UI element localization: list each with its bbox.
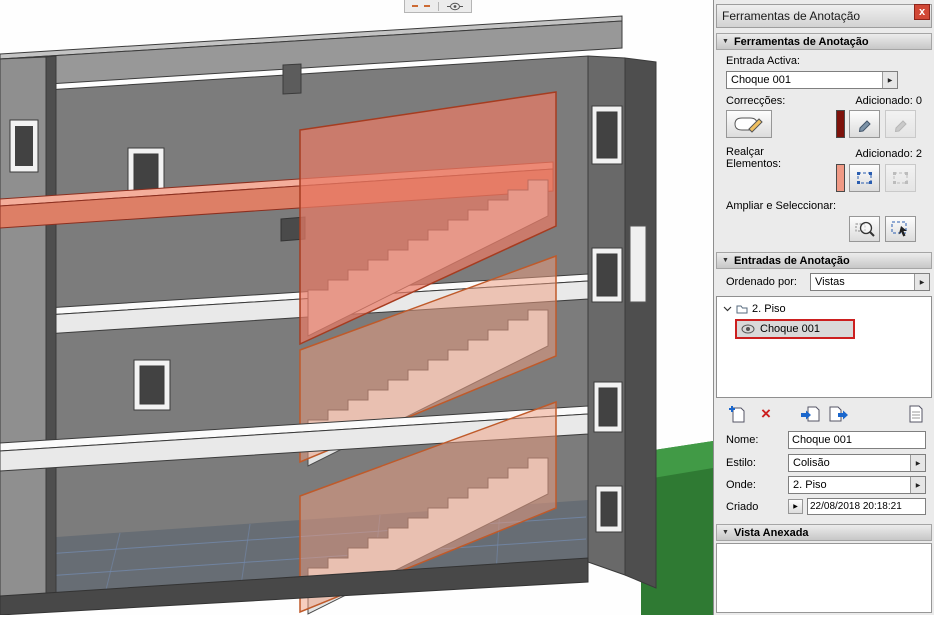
style-label: Estilo: [726, 457, 756, 469]
correction-tool-button[interactable] [726, 110, 772, 138]
zoom-to-elements-button[interactable] [849, 216, 880, 242]
visibility-button[interactable] [439, 0, 472, 12]
export-entry-button[interactable] [826, 404, 850, 424]
active-entry-value: Choque 001 [731, 74, 791, 86]
export-icon [829, 406, 848, 422]
document-icon [909, 405, 923, 423]
tree-item-choque-selected[interactable]: Choque 001 [735, 319, 855, 339]
highlight-color-swatch[interactable] [836, 164, 845, 192]
panel-titlebar[interactable]: Ferramentas de Anotação [716, 4, 932, 28]
combo-arrow-icon[interactable]: ▶ [914, 274, 929, 290]
add-highlight-button[interactable] [849, 164, 880, 192]
annotation-tools-panel: Ferramentas de Anotação x ▼ Ferramentas … [713, 0, 934, 615]
correction-cloud-pencil-icon [734, 117, 763, 133]
dashed-line-icon [412, 5, 431, 7]
zoom-select-label: Ampliar e Seleccionar: [726, 200, 837, 212]
corrections-label: Correcções: [726, 95, 786, 107]
section-title-attached-view: Vista Anexada [733, 526, 809, 539]
where-value: 2. Piso [793, 479, 827, 491]
marquee-icon [857, 171, 872, 184]
floating-toolbar-fragment [404, 0, 472, 13]
sorted-by-combo[interactable]: Vistas ▶ [810, 273, 930, 291]
collapse-icon: ▼ [722, 529, 729, 536]
collapse-icon: ▼ [722, 257, 729, 264]
close-button[interactable]: x [914, 4, 930, 20]
story-folder-icon [736, 305, 748, 314]
pencil-icon [858, 120, 871, 132]
style-combo[interactable]: Colisão ▶ [788, 454, 926, 472]
entry-report-button[interactable] [904, 404, 928, 424]
remove-highlight-button[interactable] [885, 164, 916, 192]
section-title-entries: Entradas de Anotação [733, 254, 850, 267]
import-icon [800, 406, 819, 422]
section-header-attached-view[interactable]: ▼ Vista Anexada [716, 524, 932, 541]
marquee-icon [893, 171, 908, 184]
tree-parent-label: 2. Piso [752, 302, 786, 315]
left-wall [0, 55, 57, 613]
name-label: Nome: [726, 434, 759, 446]
pencil-icon [894, 120, 907, 132]
select-elements-button[interactable] [885, 216, 916, 242]
tree-child-label: Choque 001 [760, 323, 820, 335]
sorted-by-value: Vistas [815, 276, 845, 288]
created-value: 22/08/2018 20:18:21 [807, 498, 926, 515]
entries-tree[interactable]: 2. Piso Choque 001 [716, 296, 932, 398]
dashed-line-style-button[interactable] [405, 0, 438, 12]
highlight-added-count: Adicionado: 2 [855, 148, 922, 160]
corrections-added-count: Adicionado: 0 [855, 95, 922, 107]
where-combo[interactable]: 2. Piso ▶ [788, 476, 926, 494]
collapse-icon: ▼ [722, 38, 729, 45]
created-flyout-button[interactable]: ▶ [788, 499, 803, 514]
created-label: Criado [726, 501, 759, 513]
combo-arrow-icon[interactable]: ▶ [910, 455, 925, 471]
new-entry-icon [729, 406, 745, 423]
eye-icon[interactable] [741, 324, 755, 334]
combo-arrow-icon: ▶ [793, 504, 798, 510]
highlight-label-line2: Elementos: [726, 158, 782, 170]
sorted-by-label: Ordenado por: [726, 276, 797, 288]
combo-arrow-icon[interactable]: ▶ [882, 72, 897, 88]
style-value: Colisão [793, 457, 830, 469]
highlight-label-line1: Realçar [726, 146, 764, 158]
panel-title: Ferramentas de Anotação [722, 9, 861, 23]
import-entry-button[interactable] [798, 404, 822, 424]
active-entry-label: Entrada Activa: [726, 55, 800, 67]
delete-x-icon: × [761, 404, 771, 423]
active-entry-combo[interactable]: Choque 001 ▶ [726, 71, 898, 89]
eye-icon [446, 2, 463, 10]
combo-arrow-icon[interactable]: ▶ [910, 477, 925, 493]
building-section-3d[interactable] [0, 0, 713, 616]
new-entry-button[interactable] [724, 404, 748, 424]
where-label: Onde: [726, 479, 756, 491]
remove-correction-button[interactable] [885, 110, 916, 138]
delete-entry-button[interactable]: × [754, 404, 778, 424]
correction-color-swatch[interactable] [836, 110, 845, 138]
add-correction-button[interactable] [849, 110, 880, 138]
name-input[interactable] [788, 431, 926, 449]
tree-expander-icon[interactable] [723, 306, 732, 312]
tree-item-piso[interactable]: 2. Piso [717, 300, 931, 317]
section-title-tools: Ferramentas de Anotação [733, 35, 869, 48]
select-marquee-cursor-icon [891, 221, 907, 237]
section-header-entries[interactable]: ▼ Entradas de Anotação [716, 252, 932, 269]
3d-viewport[interactable] [0, 0, 713, 616]
section-header-tools[interactable]: ▼ Ferramentas de Anotação [716, 33, 932, 50]
attached-view-preview[interactable] [716, 543, 932, 613]
magnifier-icon [855, 221, 875, 237]
